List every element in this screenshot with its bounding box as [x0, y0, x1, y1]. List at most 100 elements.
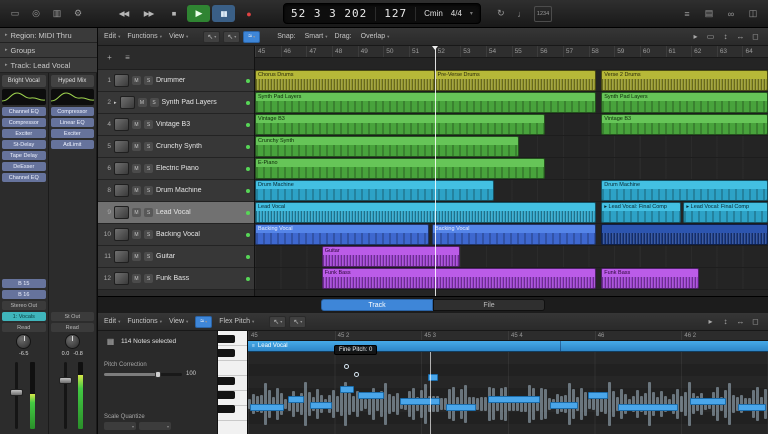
- plugin-slot[interactable]: Tape Delay: [2, 151, 46, 160]
- region-e-piano[interactable]: E-Piano: [255, 158, 545, 179]
- solo-button[interactable]: S: [144, 164, 153, 173]
- mute-button[interactable]: M: [132, 208, 141, 217]
- flex-pitch-note[interactable]: [340, 386, 354, 393]
- region-lead-vocal[interactable]: Lead Vocal: [255, 202, 596, 223]
- flex-pitch-note[interactable]: [446, 404, 476, 411]
- region-funk-bass[interactable]: Funk Bass: [601, 268, 698, 289]
- bar-ruler[interactable]: 4546474849505152535455565758596061626364: [255, 46, 768, 58]
- region-chorus-drums[interactable]: Chorus Drums: [255, 70, 435, 91]
- channel-strip-setting-button[interactable]: Hyped Mix: [51, 75, 95, 87]
- editor-region-strip[interactable]: ≡ Lead Vocal: [248, 341, 768, 352]
- lcd-menu-caret-icon[interactable]: ▾: [470, 10, 473, 17]
- piano-keyboard[interactable]: [218, 331, 248, 434]
- command-tool-button[interactable]: ↖: [289, 316, 306, 328]
- flex-pitch-note[interactable]: [588, 392, 608, 399]
- region-funk-bass[interactable]: Funk Bass: [322, 268, 596, 289]
- command-tool-button[interactable]: ↖: [223, 31, 240, 43]
- scale-root-dropdown[interactable]: [104, 422, 136, 430]
- black-key[interactable]: [218, 391, 235, 399]
- automation-mode-button[interactable]: Read: [51, 323, 95, 332]
- flex-view-icon[interactable]: ≈: [243, 31, 260, 43]
- black-key[interactable]: [218, 377, 235, 385]
- slider-thumb[interactable]: [155, 371, 161, 378]
- mute-button[interactable]: M: [132, 274, 141, 283]
- editor-tab-file[interactable]: File: [433, 299, 545, 311]
- send-slot[interactable]: B 16: [2, 290, 46, 299]
- plugin-slot[interactable]: Channel EQ: [2, 107, 46, 116]
- black-key[interactable]: [218, 335, 235, 343]
- catch-playhead-icon[interactable]: ▸: [704, 316, 717, 328]
- track-header-backing-vocal[interactable]: 10MSBacking Vocal: [98, 224, 254, 246]
- pitch-drift-handle[interactable]: [354, 372, 359, 377]
- pause-button[interactable]: ▮▮: [212, 5, 235, 22]
- tempo-value[interactable]: 127: [384, 7, 407, 20]
- track-header-crunchy-synth[interactable]: 5MSCrunchy Synth: [98, 136, 254, 158]
- flex-pitch-note[interactable]: [550, 402, 578, 409]
- plugin-slot[interactable]: Compressor: [51, 107, 95, 116]
- output-slot[interactable]: Stereo Out: [2, 301, 46, 310]
- vertical-zoom-icon[interactable]: ↕: [719, 316, 732, 328]
- cycle-icon[interactable]: ↻: [492, 6, 510, 22]
- vertical-zoom-icon[interactable]: ↕: [719, 31, 732, 43]
- rewind-button[interactable]: ◀◀: [112, 5, 135, 22]
- mute-button[interactable]: M: [132, 120, 141, 129]
- drag-menu[interactable]: Overlap: [361, 33, 390, 40]
- mute-button[interactable]: M: [132, 230, 141, 239]
- auto-zoom-icon[interactable]: ◻: [749, 316, 762, 328]
- flex-pitch-grid[interactable]: Fine Pitch: 0: [248, 352, 768, 434]
- region-crunchy-synth[interactable]: Crunchy Synth: [255, 136, 519, 157]
- region-backing-vocal[interactable]: Backing Vocal: [432, 224, 596, 245]
- track-header-drummer[interactable]: 1MSDrummer: [98, 70, 254, 92]
- flex-pitch-note[interactable]: [690, 398, 726, 405]
- time-signature[interactable]: 4/4: [451, 9, 462, 18]
- eq-thumbnail[interactable]: [51, 89, 95, 105]
- list-editors-icon[interactable]: ≡: [678, 6, 696, 22]
- key-signature[interactable]: Cmin: [424, 9, 443, 18]
- catch-playhead-icon[interactable]: ▸: [689, 31, 702, 43]
- edit-menu[interactable]: Edit: [104, 33, 120, 40]
- region-vintage-b3[interactable]: Vintage B3: [255, 114, 545, 135]
- plugin-slot[interactable]: AdLimit: [51, 140, 95, 149]
- track-header-lead-vocal[interactable]: 9MSLead Vocal: [98, 202, 254, 224]
- plugin-slot[interactable]: Channel EQ: [2, 173, 46, 182]
- solo-button[interactable]: S: [144, 208, 153, 217]
- inspector-icon[interactable]: ◎: [27, 6, 45, 22]
- toolbox-icon[interactable]: ⚙: [69, 6, 87, 22]
- apple-loops-icon[interactable]: ∞: [722, 6, 740, 22]
- track-header-drum-machine[interactable]: 8MSDrum Machine: [98, 180, 254, 202]
- flex-pitch-note[interactable]: [310, 402, 332, 409]
- region-verse-2-drums[interactable]: Verse 2 Drums: [601, 70, 768, 91]
- region-vintage-b3[interactable]: Vintage B3: [601, 114, 768, 135]
- send-slot[interactable]: B 15: [2, 279, 46, 288]
- track-disclosure-icon[interactable]: ▸: [114, 100, 117, 106]
- volume-fader[interactable]: [59, 377, 72, 384]
- browsers-icon[interactable]: ◫: [744, 6, 762, 22]
- black-key[interactable]: [218, 405, 235, 413]
- mute-button[interactable]: M: [132, 76, 141, 85]
- solo-button[interactable]: S: [144, 274, 153, 283]
- solo-button[interactable]: S: [144, 230, 153, 239]
- flex-pitch-note[interactable]: [738, 404, 766, 411]
- plugin-slot[interactable]: Linear EQ: [51, 118, 95, 127]
- horizontal-zoom-icon[interactable]: ↔: [734, 316, 747, 328]
- plugin-slot[interactable]: DeEsser: [2, 162, 46, 171]
- track-list-icon[interactable]: ≡: [121, 52, 134, 64]
- flex-pitch-note[interactable]: [358, 392, 384, 399]
- track-header-funk-bass[interactable]: 12MSFunk Bass: [98, 268, 254, 290]
- pointer-tool-button[interactable]: ↖: [269, 316, 286, 328]
- group-slot[interactable]: 1: Vocals: [2, 312, 46, 321]
- region-synth-pad-layers[interactable]: Synth Pad Layers: [601, 92, 768, 113]
- plugin-slot[interactable]: Compressor: [2, 118, 46, 127]
- forward-button[interactable]: ▶▶: [137, 5, 160, 22]
- lcd-display[interactable]: 52 3 3 202 127 Cmin 4/4 ▾: [283, 3, 481, 24]
- plugin-slot[interactable]: Exciter: [51, 129, 95, 138]
- inspector-section-0[interactable]: ▸Region: MIDI Thru: [0, 28, 97, 43]
- inspector-section-1[interactable]: ▸Groups: [0, 43, 97, 58]
- view-menu[interactable]: View: [169, 33, 188, 40]
- pan-knob[interactable]: [65, 334, 80, 349]
- flex-pitch-note[interactable]: [618, 404, 678, 411]
- mixer-icon[interactable]: ▥: [48, 6, 66, 22]
- functions-menu[interactable]: Functions: [127, 33, 162, 40]
- flex-pitch-note[interactable]: [288, 396, 304, 403]
- track-header-synth-pad-layers[interactable]: 2▸MSSynth Pad Layers: [98, 92, 254, 114]
